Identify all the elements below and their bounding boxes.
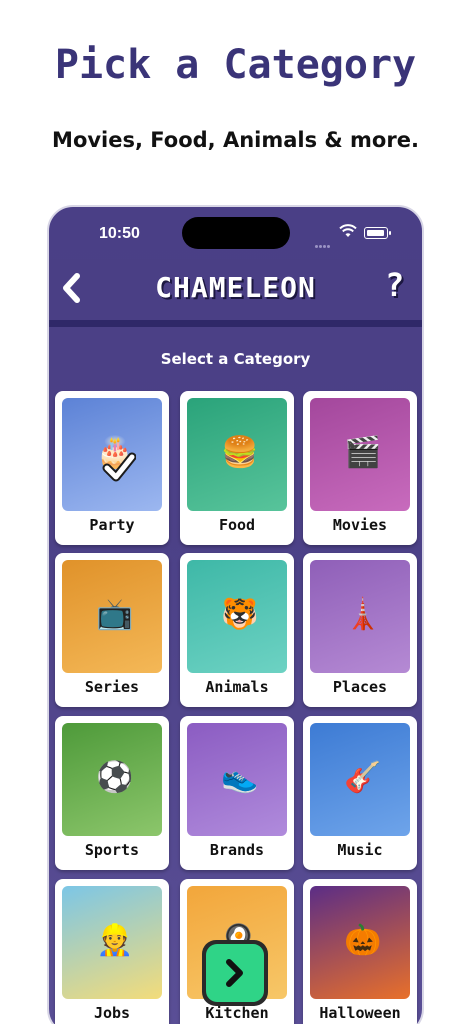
phone-frame: 10:50 CHAMELEON ? Select a Category 🎂 Par… [47, 205, 424, 1024]
wifi-icon [339, 224, 357, 237]
category-illustration: 🎃 [344, 923, 382, 958]
status-bar: 10:50 [49, 207, 422, 259]
category-card-music[interactable]: 🎸 Music [303, 716, 417, 870]
category-art-music: 🎸 [310, 723, 410, 836]
category-label: Sports [84, 841, 140, 859]
category-art-brands: 👟 [187, 723, 287, 836]
category-card-brands[interactable]: 👟 Brands [180, 716, 294, 870]
category-illustration: 📺 [96, 597, 134, 632]
category-art-animals: 🐯 [187, 560, 287, 673]
category-illustration: ⚽ [96, 760, 134, 795]
promo-subtitle: Movies, Food, Animals & more. [52, 128, 419, 152]
battery-icon [364, 227, 391, 239]
category-art-places: 🗼 [310, 560, 410, 673]
dynamic-island [182, 217, 290, 249]
category-illustration: 🍔 [221, 435, 259, 470]
category-illustration: 🐯 [221, 597, 259, 632]
category-card-movies[interactable]: 🎬 Movies [303, 391, 417, 545]
category-card-places[interactable]: 🗼 Places [303, 553, 417, 707]
chevron-right-icon [226, 959, 243, 987]
help-button[interactable]: ? [385, 267, 415, 303]
category-card-series[interactable]: 📺 Series [55, 553, 169, 707]
category-label: Series [84, 678, 140, 696]
category-card-jobs[interactable]: 👷 Jobs [55, 879, 169, 1024]
category-art-series: 📺 [62, 560, 162, 673]
next-button[interactable] [202, 940, 268, 1006]
category-label: Animals [205, 678, 269, 696]
header-divider [49, 320, 422, 327]
category-card-sports[interactable]: ⚽ Sports [55, 716, 169, 870]
category-card-animals[interactable]: 🐯 Animals [180, 553, 294, 707]
category-art-party: 🎂 [62, 398, 162, 511]
category-illustration: 🎬 [344, 435, 382, 470]
category-card-food[interactable]: 🍔 Food [180, 391, 294, 545]
signal-icon [315, 233, 335, 248]
category-card-party[interactable]: 🎂 Party [55, 391, 169, 545]
category-art-jobs: 👷 [62, 886, 162, 999]
category-label: Kitchen [205, 1004, 269, 1022]
section-label: Select a Category [160, 350, 311, 368]
category-illustration: 🗼 [344, 597, 382, 632]
category-illustration: 🎸 [344, 760, 382, 795]
check-icon [102, 452, 136, 482]
status-time: 10:50 [99, 225, 140, 242]
category-art-halloween: 🎃 [310, 886, 410, 999]
category-art-movies: 🎬 [310, 398, 410, 511]
category-card-halloween[interactable]: 🎃 Halloween [303, 879, 417, 1024]
category-label: Music [337, 841, 383, 859]
category-art-sports: ⚽ [62, 723, 162, 836]
app-title: CHAMELEON [155, 271, 316, 304]
category-label: Places [332, 678, 388, 696]
category-label: Movies [332, 516, 388, 534]
promo-title: Pick a Category [54, 42, 417, 88]
category-label: Brands [209, 841, 265, 859]
category-illustration: 👷 [96, 923, 134, 958]
category-label: Jobs [93, 1004, 131, 1022]
category-label: Food [218, 516, 256, 534]
category-illustration: 👟 [221, 760, 259, 795]
category-art-food: 🍔 [187, 398, 287, 511]
category-label: Halloween [319, 1004, 401, 1022]
category-label: Party [89, 516, 135, 534]
